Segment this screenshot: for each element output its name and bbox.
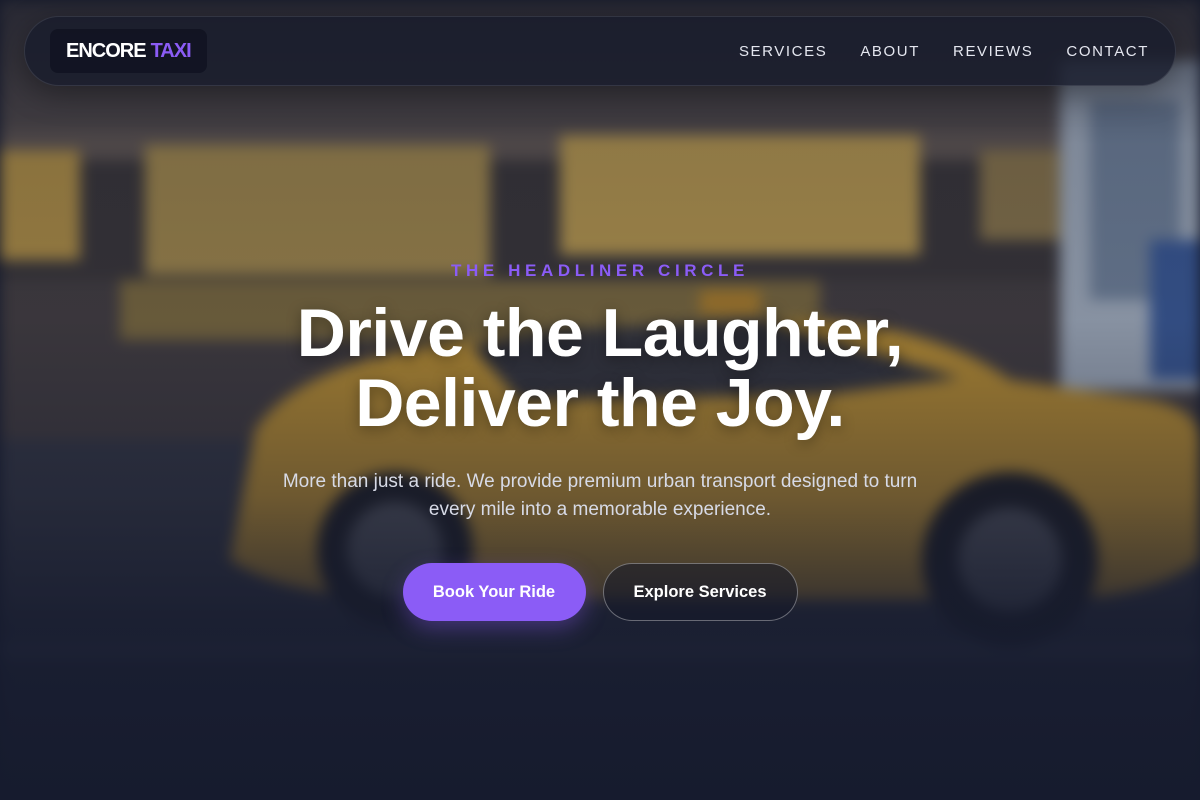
nav-item-contact[interactable]: CONTACT — [1066, 43, 1149, 60]
hero-subtitle: More than just a ride. We provide premiu… — [282, 471, 918, 520]
nav-links: SERVICES ABOUT REVIEWS CONTACT — [739, 43, 1149, 60]
hero-headline: Drive the Laughter, Deliver the Joy. — [0, 298, 1200, 438]
nav-item-reviews[interactable]: REVIEWS — [953, 43, 1033, 60]
brand-logo[interactable]: ENCORE TAXI — [50, 29, 207, 73]
brand-name-part1: ENCORE — [66, 39, 147, 62]
hero-headline-line2: Deliver the Joy. — [355, 365, 845, 441]
hero-headline-line1: Drive the Laughter, — [296, 295, 904, 371]
nav-item-services[interactable]: SERVICES — [739, 43, 827, 60]
hero-eyebrow: THE HEADLINER CIRCLE — [451, 261, 749, 280]
explore-services-button[interactable]: Explore Services — [602, 563, 798, 621]
book-ride-button[interactable]: Book Your Ride — [402, 563, 586, 621]
navbar: ENCORE TAXI SERVICES ABOUT REVIEWS CONTA… — [24, 16, 1176, 86]
hero-cta-row: Book Your Ride Explore Services — [0, 563, 1200, 621]
brand-name-part2: TAXI — [150, 39, 192, 62]
nav-item-about[interactable]: ABOUT — [860, 43, 920, 60]
